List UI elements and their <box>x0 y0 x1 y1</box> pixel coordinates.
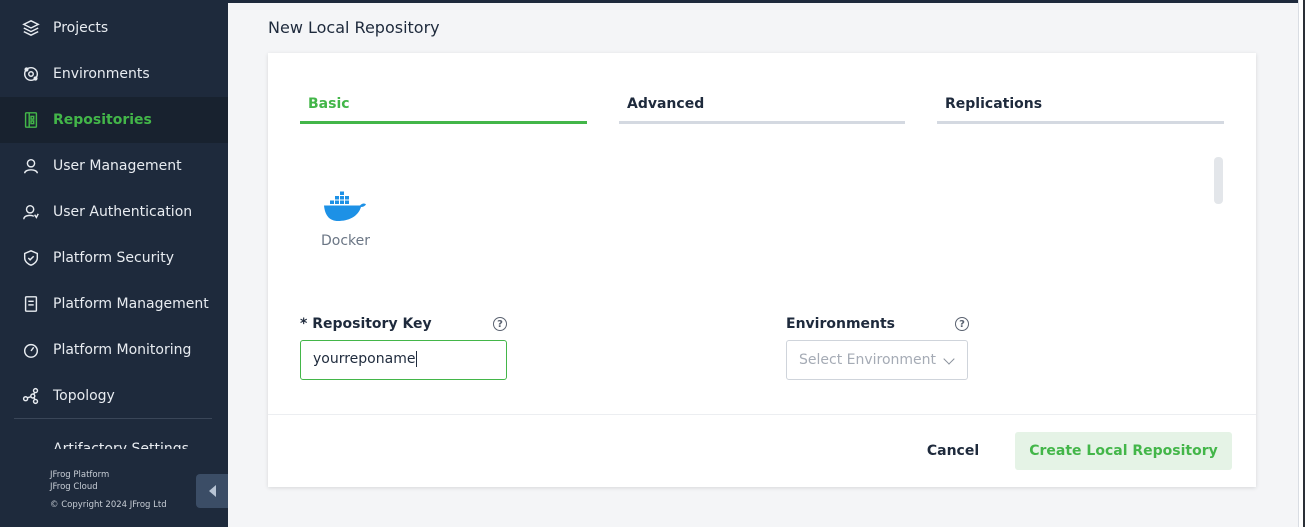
help-icon[interactable]: ? <box>493 317 507 331</box>
topology-icon <box>20 385 42 407</box>
sidebar-item-artifactory-settings[interactable]: Artifactory Settings <box>53 440 189 449</box>
shield-icon <box>20 247 42 269</box>
sidebar-item-label: Topology <box>53 388 115 404</box>
create-local-repository-button[interactable]: Create Local Repository <box>1015 432 1232 470</box>
tab-label: Replications <box>945 96 1043 112</box>
sidebar-item-user-management[interactable]: User Management <box>0 143 228 189</box>
sidebar-item-repositories[interactable]: Repositories <box>0 97 228 143</box>
cancel-button[interactable]: Cancel <box>916 432 990 470</box>
tab-advanced[interactable]: Advanced <box>619 94 905 124</box>
sidebar-item-projects[interactable]: Projects <box>0 5 228 51</box>
user-auth-icon <box>20 201 42 223</box>
repositories-icon <box>20 109 42 131</box>
repository-key-label: * Repository Key <box>300 316 432 332</box>
sidebar-item-label: Environments <box>53 66 150 82</box>
layers-icon <box>20 17 42 39</box>
sidebar-item-platform-security[interactable]: Platform Security <box>0 235 228 281</box>
scrollbar[interactable] <box>1214 157 1223 204</box>
chevron-down-icon <box>943 353 955 365</box>
package-type-label: Docker <box>321 233 371 249</box>
footer-platform: JFrog Platform <box>50 470 110 480</box>
sidebar-item-user-authentication[interactable]: User Authentication <box>0 189 228 235</box>
text-caret <box>416 351 418 367</box>
page-title: New Local Repository <box>268 18 440 37</box>
sidebar-item-topology[interactable]: Topology <box>0 373 228 419</box>
tab-underline <box>937 121 1224 124</box>
sidebar-item-label: Platform Security <box>53 250 174 266</box>
sidebar-divider <box>14 418 212 419</box>
sidebar: Projects Environments Repositories User … <box>0 0 228 527</box>
tab-underline <box>300 121 587 124</box>
environments-label: Environments <box>786 316 896 332</box>
environments-icon <box>20 63 42 85</box>
repository-key-value: yourreponame <box>313 351 416 367</box>
top-bar <box>228 0 1305 3</box>
sidebar-item-platform-monitoring[interactable]: Platform Monitoring <box>0 327 228 373</box>
help-icon[interactable]: ? <box>955 317 969 331</box>
card-divider <box>268 414 1256 415</box>
tab-underline <box>619 121 905 124</box>
chevron-left-icon <box>208 485 216 497</box>
sidebar-item-label: Platform Monitoring <box>53 342 192 358</box>
document-icon <box>20 293 42 315</box>
repository-key-input[interactable]: yourreponame <box>300 340 507 380</box>
tab-basic[interactable]: Basic <box>300 94 587 124</box>
gauge-icon <box>20 339 42 361</box>
sidebar-item-label: Repositories <box>53 112 152 128</box>
sidebar-item-platform-management[interactable]: Platform Management <box>0 281 228 327</box>
tab-label: Basic <box>308 96 350 112</box>
collapse-sidebar-button[interactable] <box>196 474 228 508</box>
sidebar-item-environments[interactable]: Environments <box>0 51 228 97</box>
sidebar-item-label: Platform Management <box>53 296 209 312</box>
environments-select[interactable]: Select Environment <box>786 340 968 380</box>
user-icon <box>20 155 42 177</box>
docker-icon <box>322 188 368 224</box>
environments-placeholder: Select Environment <box>799 352 937 368</box>
footer-cloud: JFrog Cloud <box>50 482 98 492</box>
sidebar-item-label: User Management <box>53 158 182 174</box>
sidebar-item-label: User Authentication <box>53 204 193 220</box>
sidebar-item-label: Projects <box>53 20 109 36</box>
footer-copyright: © Copyright 2024 JFrog Ltd <box>50 500 167 510</box>
tab-label: Advanced <box>627 96 705 112</box>
tab-replications[interactable]: Replications <box>937 94 1224 124</box>
